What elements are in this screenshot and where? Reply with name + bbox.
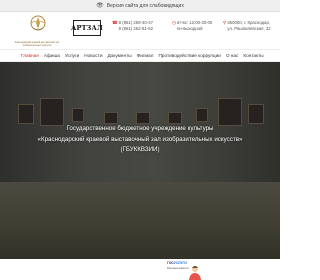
nav-item-documents[interactable]: Документы	[107, 53, 131, 58]
nav-item-services[interactable]: Услуги	[65, 53, 79, 58]
address-block: ⚲350000, г. Краснодар, ⚲ул. Рашпилевская…	[223, 20, 271, 31]
hours-line-1: вт-вс: 12:00-20:00	[176, 20, 213, 25]
phones-block: ☎8 (861) 268-40-47 ☎8 (861) 262-81-62	[112, 20, 153, 31]
nav-item-about[interactable]: О нас	[226, 53, 239, 58]
artzal-logo[interactable]: АРТЗАЛ	[71, 20, 103, 36]
hero-banner: Государственное бюджетное учреждение кул…	[0, 62, 280, 259]
person-illustration-icon	[189, 266, 201, 280]
gosuslugi-logo: ГОСУСЛУГИ	[167, 261, 187, 265]
site-header: Краснодарский краевой выставочный зал из…	[0, 12, 280, 48]
hero-line-2: «Краснодарский краевой выставочный зал и…	[37, 135, 243, 143]
hero-line-3: (ГБУККВЗИИ)	[120, 146, 160, 153]
nav-item-contacts[interactable]: Контакты	[243, 53, 263, 58]
accessibility-bar[interactable]: 👁 Версия сайта для слабовидящих	[0, 0, 280, 12]
hours-block: ◷вт-вс: 12:00-20:00 ◷пн-выходной	[172, 20, 212, 31]
hours-line-2: пн-выходной	[176, 25, 203, 31]
location-pin-icon: ⚲	[223, 20, 227, 25]
gosuslugi-prefix: ГОС	[167, 261, 174, 265]
emblem-graphic	[30, 15, 46, 31]
clock-icon: ◷	[172, 20, 176, 25]
hero-overlay	[0, 62, 280, 259]
main-nav: Главная Афиша Услуги Новости Документы Ф…	[0, 49, 280, 62]
accessibility-label[interactable]: Версия сайта для слабовидящих	[107, 3, 184, 9]
gosuslugi-banner[interactable]: ГОСУСЛУГИ Решаем вместе	[167, 259, 207, 280]
hero-title: Государственное бюджетное учреждение кул…	[30, 124, 250, 156]
nav-item-news[interactable]: Новости	[84, 53, 102, 58]
nav-item-branch[interactable]: Филиал	[137, 53, 154, 58]
nav-item-anticorruption[interactable]: Противодействие коррупции	[159, 53, 221, 58]
nav-item-afisha[interactable]: Афиша	[44, 53, 60, 58]
emblem-caption: Краснодарский краевой выставочный зал из…	[14, 42, 60, 47]
nav-item-home[interactable]: Главная	[21, 53, 39, 58]
address-line-1: 350000, г. Краснодар,	[227, 20, 271, 25]
hero-line-1: Государственное бюджетное учреждение кул…	[66, 125, 214, 132]
phone-icon: ☎	[112, 20, 118, 25]
phone-2[interactable]: ☎8 (861) 262-81-62	[112, 26, 153, 32]
address-line-2: ул. Рашпилевская, 32	[227, 25, 271, 31]
eye-icon: 👁	[96, 2, 104, 9]
